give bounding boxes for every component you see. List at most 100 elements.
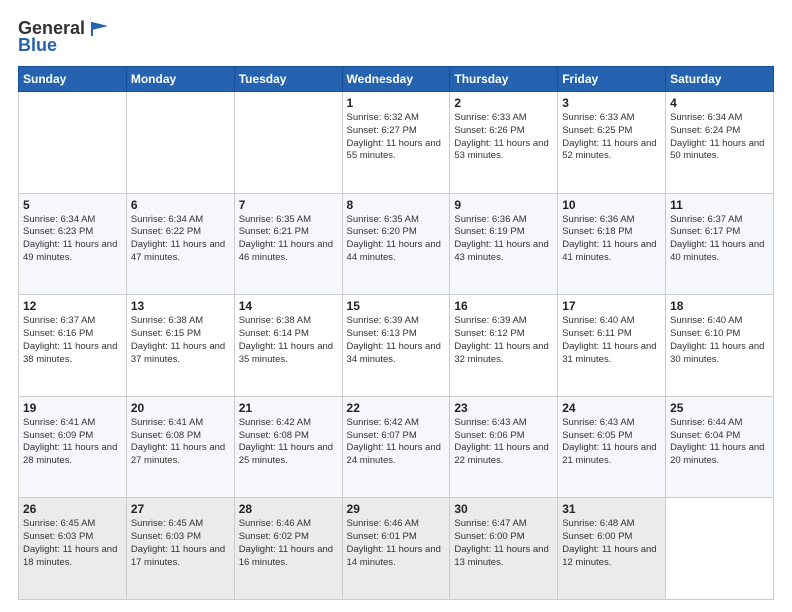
cell-info: Sunrise: 6:35 AM Sunset: 6:21 PM Dayligh…: [239, 214, 338, 265]
calendar-cell: 10Sunrise: 6:36 AM Sunset: 6:18 PM Dayli…: [558, 193, 666, 295]
calendar-week-row: 5 Sunrise: 6:34 AM Sunset: 6:23 PM Daylig…: [19, 193, 774, 295]
logo: General Blue: [18, 18, 110, 56]
day-number: 1: [347, 96, 446, 110]
calendar-week-row: 19 Sunrise: 6:41 AM Sunset: 6:09 PM Dayli…: [19, 396, 774, 498]
calendar-cell: 5 Sunrise: 6:34 AM Sunset: 6:23 PM Daylig…: [19, 193, 127, 295]
day-number: 17: [562, 299, 661, 313]
cell-info: Sunrise: 6:45 AM Sunset: 6:03 PM Dayligh…: [23, 518, 122, 569]
cell-info: Sunrise: 6:37 AM Sunset: 6:16 PM Dayligh…: [23, 315, 122, 366]
calendar-cell: 20Sunrise: 6:41 AM Sunset: 6:08 PM Dayli…: [126, 396, 234, 498]
calendar-cell: 29 Sunrise: 6:46 AM Sunset: 6:01 PM Dayli…: [342, 498, 450, 600]
day-number: 19: [23, 401, 122, 415]
day-number: 25: [670, 401, 769, 415]
calendar-cell: [19, 92, 127, 194]
cell-info: Sunrise: 6:46 AM Sunset: 6:02 PM Dayligh…: [239, 518, 338, 569]
cell-info: Sunrise: 6:42 AM Sunset: 6:07 PM Dayligh…: [347, 417, 446, 468]
calendar-header-row: SundayMondayTuesdayWednesdayThursdayFrid…: [19, 67, 774, 92]
cell-info: Sunrise: 6:32 AM Sunset: 6:27 PM Dayligh…: [347, 112, 446, 163]
logo-blue: Blue: [18, 35, 57, 56]
day-number: 9: [454, 198, 553, 212]
day-number: 16: [454, 299, 553, 313]
calendar-cell: 26Sunrise: 6:45 AM Sunset: 6:03 PM Dayli…: [19, 498, 127, 600]
cell-info: Sunrise: 6:48 AM Sunset: 6:00 PM Dayligh…: [562, 518, 661, 569]
day-number: 23: [454, 401, 553, 415]
calendar-cell: 27 Sunrise: 6:45 AM Sunset: 6:03 PM Dayli…: [126, 498, 234, 600]
cell-info: Sunrise: 6:39 AM Sunset: 6:12 PM Dayligh…: [454, 315, 553, 366]
day-number: 13: [131, 299, 230, 313]
calendar-cell: 24Sunrise: 6:43 AM Sunset: 6:05 PM Dayli…: [558, 396, 666, 498]
calendar-header-saturday: Saturday: [666, 67, 774, 92]
calendar-cell: 4 Sunrise: 6:34 AM Sunset: 6:24 PM Daylig…: [666, 92, 774, 194]
day-number: 18: [670, 299, 769, 313]
cell-info: Sunrise: 6:44 AM Sunset: 6:04 PM Dayligh…: [670, 417, 769, 468]
cell-info: Sunrise: 6:36 AM Sunset: 6:19 PM Dayligh…: [454, 214, 553, 265]
calendar-cell: 1 Sunrise: 6:32 AM Sunset: 6:27 PM Daylig…: [342, 92, 450, 194]
day-number: 22: [347, 401, 446, 415]
calendar-cell: [666, 498, 774, 600]
calendar-header-thursday: Thursday: [450, 67, 558, 92]
calendar-cell: 3Sunrise: 6:33 AM Sunset: 6:25 PM Daylig…: [558, 92, 666, 194]
calendar-cell: 28 Sunrise: 6:46 AM Sunset: 6:02 PM Dayli…: [234, 498, 342, 600]
day-number: 4: [670, 96, 769, 110]
cell-info: Sunrise: 6:40 AM Sunset: 6:10 PM Dayligh…: [670, 315, 769, 366]
cell-info: Sunrise: 6:45 AM Sunset: 6:03 PM Dayligh…: [131, 518, 230, 569]
day-number: 11: [670, 198, 769, 212]
cell-info: Sunrise: 6:40 AM Sunset: 6:11 PM Dayligh…: [562, 315, 661, 366]
calendar-cell: 6 Sunrise: 6:34 AM Sunset: 6:22 PM Daylig…: [126, 193, 234, 295]
header: General Blue: [18, 18, 774, 56]
day-number: 29: [347, 502, 446, 516]
cell-info: Sunrise: 6:46 AM Sunset: 6:01 PM Dayligh…: [347, 518, 446, 569]
calendar-cell: 2 Sunrise: 6:33 AM Sunset: 6:26 PM Daylig…: [450, 92, 558, 194]
calendar-cell: 31 Sunrise: 6:48 AM Sunset: 6:00 PM Dayli…: [558, 498, 666, 600]
day-number: 28: [239, 502, 338, 516]
day-number: 27: [131, 502, 230, 516]
calendar-cell: 8 Sunrise: 6:35 AM Sunset: 6:20 PM Daylig…: [342, 193, 450, 295]
calendar-cell: 12 Sunrise: 6:37 AM Sunset: 6:16 PM Dayli…: [19, 295, 127, 397]
day-number: 12: [23, 299, 122, 313]
calendar-header-monday: Monday: [126, 67, 234, 92]
calendar-cell: 16 Sunrise: 6:39 AM Sunset: 6:12 PM Dayli…: [450, 295, 558, 397]
calendar-cell: 18 Sunrise: 6:40 AM Sunset: 6:10 PM Dayli…: [666, 295, 774, 397]
cell-info: Sunrise: 6:35 AM Sunset: 6:20 PM Dayligh…: [347, 214, 446, 265]
day-number: 2: [454, 96, 553, 110]
day-number: 7: [239, 198, 338, 212]
cell-info: Sunrise: 6:34 AM Sunset: 6:23 PM Dayligh…: [23, 214, 122, 265]
calendar-cell: 13Sunrise: 6:38 AM Sunset: 6:15 PM Dayli…: [126, 295, 234, 397]
calendar-cell: 7 Sunrise: 6:35 AM Sunset: 6:21 PM Daylig…: [234, 193, 342, 295]
calendar-week-row: 26Sunrise: 6:45 AM Sunset: 6:03 PM Dayli…: [19, 498, 774, 600]
day-number: 30: [454, 502, 553, 516]
calendar-week-row: 1 Sunrise: 6:32 AM Sunset: 6:27 PM Daylig…: [19, 92, 774, 194]
cell-info: Sunrise: 6:43 AM Sunset: 6:06 PM Dayligh…: [454, 417, 553, 468]
day-number: 5: [23, 198, 122, 212]
calendar-table: SundayMondayTuesdayWednesdayThursdayFrid…: [18, 66, 774, 600]
day-number: 20: [131, 401, 230, 415]
calendar-cell: 11 Sunrise: 6:37 AM Sunset: 6:17 PM Dayli…: [666, 193, 774, 295]
calendar-cell: 30Sunrise: 6:47 AM Sunset: 6:00 PM Dayli…: [450, 498, 558, 600]
day-number: 15: [347, 299, 446, 313]
cell-info: Sunrise: 6:33 AM Sunset: 6:26 PM Dayligh…: [454, 112, 553, 163]
day-number: 8: [347, 198, 446, 212]
day-number: 31: [562, 502, 661, 516]
logo-flag-icon: [88, 20, 110, 38]
calendar-header-friday: Friday: [558, 67, 666, 92]
calendar-header-wednesday: Wednesday: [342, 67, 450, 92]
calendar-week-row: 12 Sunrise: 6:37 AM Sunset: 6:16 PM Dayli…: [19, 295, 774, 397]
cell-info: Sunrise: 6:34 AM Sunset: 6:24 PM Dayligh…: [670, 112, 769, 163]
cell-info: Sunrise: 6:39 AM Sunset: 6:13 PM Dayligh…: [347, 315, 446, 366]
calendar-cell: 14Sunrise: 6:38 AM Sunset: 6:14 PM Dayli…: [234, 295, 342, 397]
cell-info: Sunrise: 6:34 AM Sunset: 6:22 PM Dayligh…: [131, 214, 230, 265]
calendar-cell: [126, 92, 234, 194]
day-number: 6: [131, 198, 230, 212]
calendar-cell: 21 Sunrise: 6:42 AM Sunset: 6:08 PM Dayli…: [234, 396, 342, 498]
calendar-cell: 15 Sunrise: 6:39 AM Sunset: 6:13 PM Dayli…: [342, 295, 450, 397]
day-number: 21: [239, 401, 338, 415]
cell-info: Sunrise: 6:41 AM Sunset: 6:09 PM Dayligh…: [23, 417, 122, 468]
cell-info: Sunrise: 6:37 AM Sunset: 6:17 PM Dayligh…: [670, 214, 769, 265]
cell-info: Sunrise: 6:42 AM Sunset: 6:08 PM Dayligh…: [239, 417, 338, 468]
calendar-header-sunday: Sunday: [19, 67, 127, 92]
calendar-cell: 23 Sunrise: 6:43 AM Sunset: 6:06 PM Dayli…: [450, 396, 558, 498]
day-number: 14: [239, 299, 338, 313]
calendar-cell: 22 Sunrise: 6:42 AM Sunset: 6:07 PM Dayli…: [342, 396, 450, 498]
page: General Blue SundayMondayTuesdayWednesda…: [0, 0, 792, 612]
calendar-cell: 9 Sunrise: 6:36 AM Sunset: 6:19 PM Daylig…: [450, 193, 558, 295]
